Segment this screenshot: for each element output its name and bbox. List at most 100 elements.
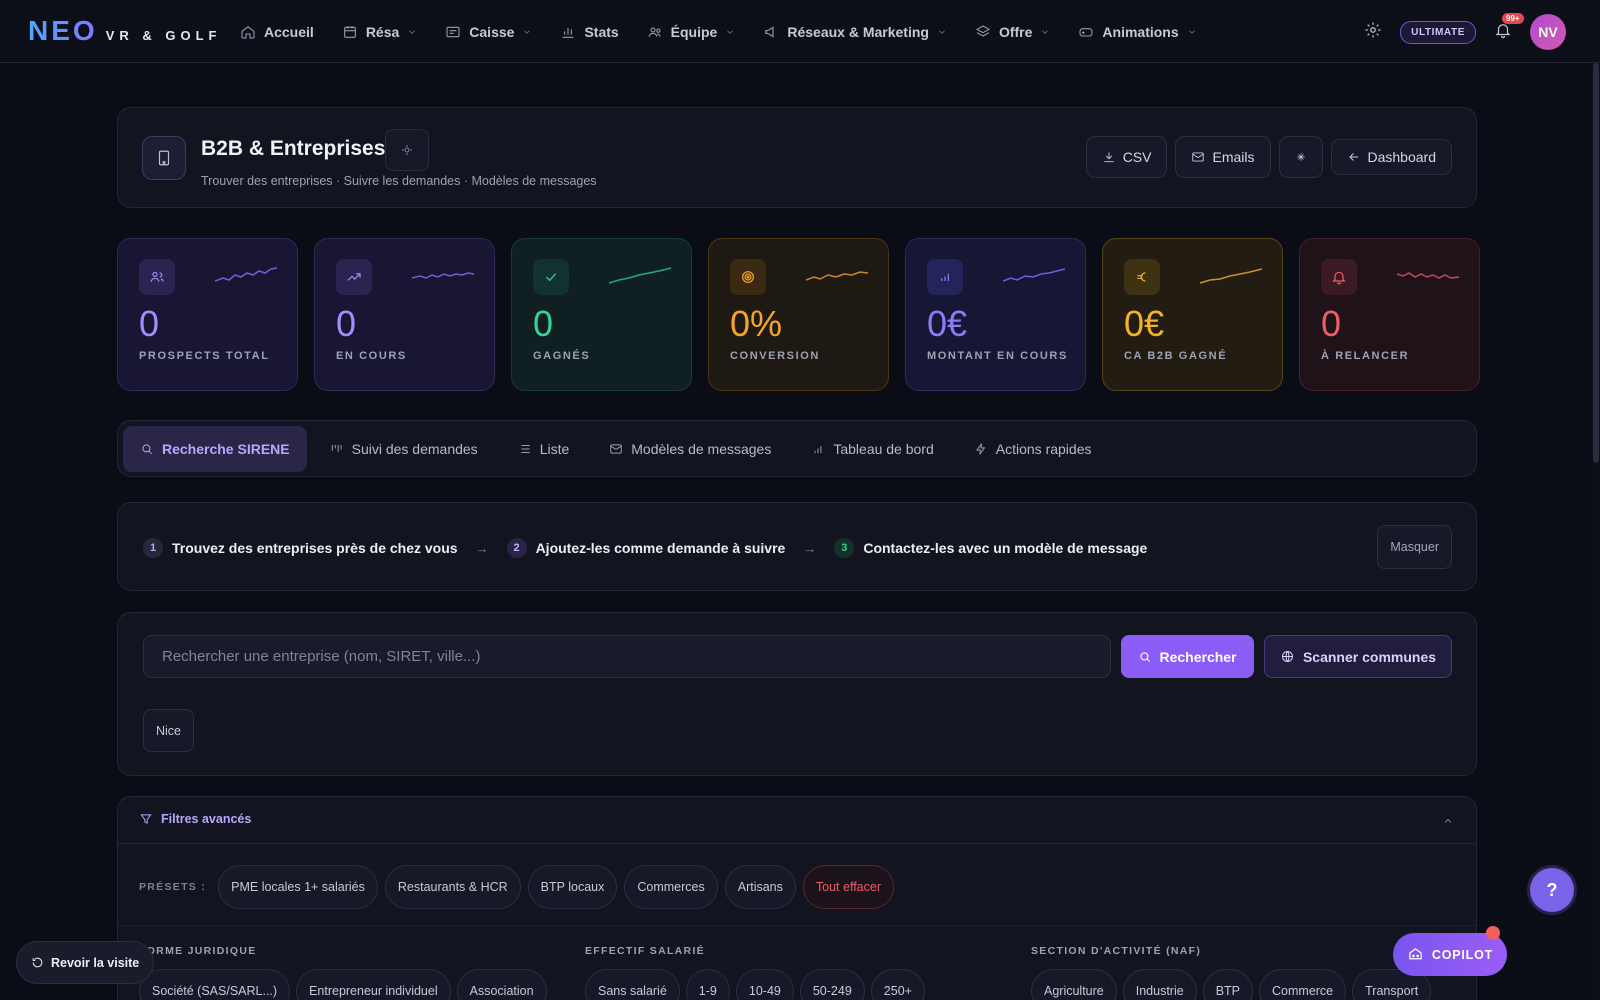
- preset-artisans[interactable]: Artisans: [724, 865, 796, 909]
- nav-item-label: Caisse: [469, 23, 515, 40]
- hide-steps-button[interactable]: Masquer: [1377, 525, 1452, 569]
- copilot-notification-dot: [1486, 926, 1500, 940]
- filter-group-title: FORME JURIDIQUE: [139, 945, 257, 957]
- stat-card-gagnes: 0 GAGNÉS: [511, 238, 692, 391]
- tab-bar: Recherche SIRENE Suivi des demandes List…: [117, 420, 1477, 477]
- filter-option[interactable]: Association: [456, 969, 547, 1000]
- filter-option[interactable]: 50-249: [799, 969, 865, 1000]
- nav-item-caisse[interactable]: Caisse: [445, 24, 532, 40]
- list-icon: [521, 445, 530, 453]
- search-button[interactable]: Rechercher: [1121, 635, 1254, 678]
- bar-chart-icon: [563, 27, 574, 38]
- robot-icon: [1409, 948, 1422, 960]
- notifications-button[interactable]: 99+: [1494, 12, 1524, 44]
- preset-pme-locales[interactable]: PME locales 1+ salariés: [218, 865, 378, 909]
- help-button[interactable]: ?: [1530, 868, 1574, 912]
- gear-icon: [402, 145, 412, 155]
- stat-card-conversion: 0% CONVERSION: [708, 238, 889, 391]
- emails-button[interactable]: Emails: [1175, 136, 1271, 178]
- brand-tagline: VR & GOLF: [105, 28, 222, 43]
- preset-restaurants-hcr[interactable]: Restaurants & HCR: [384, 865, 521, 909]
- export-csv-button[interactable]: CSV: [1085, 136, 1168, 178]
- clear-all-button[interactable]: Tout effacer: [802, 865, 894, 909]
- filter-group-title: EFFECTIF SALARIÉ: [585, 945, 705, 957]
- stat-value: 0: [139, 303, 160, 344]
- filter-option[interactable]: 1-9: [685, 969, 730, 1000]
- nav-item-resa[interactable]: Résa: [342, 24, 417, 40]
- stat-label: GAGNÉS: [533, 350, 591, 362]
- scan-communes-button[interactable]: Scanner communes: [1264, 635, 1452, 678]
- nav-item-stats[interactable]: Stats: [560, 24, 619, 40]
- step-number: 1: [143, 538, 163, 558]
- nav-item-reseaux-marketing[interactable]: Réseaux & Marketing: [763, 24, 947, 40]
- preset-btp-locaux[interactable]: BTP locaux: [527, 865, 618, 909]
- chevron-down-icon: [1188, 30, 1195, 34]
- filters-title: Filtres avancés: [139, 812, 251, 826]
- divider: [118, 925, 1476, 926]
- avatar[interactable]: NV: [1530, 14, 1566, 50]
- chevron-down-icon: [409, 30, 416, 34]
- users-icon: [139, 259, 175, 295]
- tab-tableau-de-bord[interactable]: Tableau de bord: [794, 426, 950, 472]
- bar-chart-icon: [927, 259, 963, 295]
- refresh-icon: [32, 957, 43, 968]
- tab-suivi-demandes[interactable]: Suivi des demandes: [313, 426, 495, 472]
- filter-icon: [140, 814, 152, 824]
- step-label: Ajoutez-les comme demande à suivre: [535, 540, 786, 556]
- sparkline: [806, 271, 868, 281]
- bar-chart-icon: [814, 446, 822, 454]
- filter-option[interactable]: Sans salarié: [585, 969, 680, 1000]
- tab-label: Recherche SIRENE: [162, 441, 290, 457]
- filters-header[interactable]: Filtres avancés: [118, 797, 1476, 844]
- sparkline: [215, 267, 277, 282]
- nav-item-accueil[interactable]: Accueil: [240, 24, 314, 40]
- revisit-tour-button[interactable]: Revoir la visite: [16, 941, 155, 984]
- filter-option[interactable]: 10-49: [735, 969, 794, 1000]
- scrollbar-thumb[interactable]: [1593, 63, 1599, 463]
- preset-commerces[interactable]: Commerces: [624, 865, 718, 909]
- stat-label: PROSPECTS TOTAL: [139, 350, 270, 362]
- company-search-input[interactable]: [143, 635, 1111, 678]
- collapse-filters-button[interactable]: [1442, 814, 1454, 832]
- advanced-filters: Filtres avancés PRÉSETS : PME locales 1+…: [117, 796, 1477, 1000]
- tab-modeles-messages[interactable]: Modèles de messages: [592, 426, 788, 472]
- team-icon: [648, 26, 661, 37]
- filter-option[interactable]: Commerce: [1259, 969, 1347, 1000]
- step-number: 2: [506, 538, 527, 558]
- city-chip[interactable]: Nice: [143, 709, 195, 752]
- dashboard-button[interactable]: Dashboard: [1330, 139, 1452, 175]
- page-scrollbar[interactable]: [1592, 63, 1600, 1000]
- stat-value: 0€: [927, 303, 968, 344]
- filter-option[interactable]: Société (SAS/SARL...): [139, 969, 291, 1000]
- sparkle-icon: [1296, 153, 1305, 161]
- nav-item-equipe[interactable]: Équipe: [647, 24, 736, 40]
- globe-icon: [1281, 651, 1293, 662]
- plan-badge[interactable]: ULTIMATE: [1400, 20, 1476, 44]
- download-icon: [1104, 152, 1114, 163]
- nav-item-label: Offre: [998, 23, 1033, 40]
- filter-option[interactable]: Entrepreneur individuel: [296, 969, 451, 1000]
- filter-option[interactable]: BTP: [1202, 969, 1254, 1000]
- stat-card-a-relancer: 0 À RELANCER: [1299, 238, 1480, 391]
- copilot-button[interactable]: COPILOT: [1393, 926, 1507, 976]
- filter-option[interactable]: 250+: [870, 969, 925, 1000]
- sparkline: [1397, 272, 1459, 279]
- brand-logo[interactable]: NEO VR & GOLF: [28, 15, 221, 47]
- settings-button[interactable]: [1364, 21, 1382, 44]
- tab-recherche-sirene[interactable]: Recherche SIRENE: [123, 426, 307, 472]
- kanban-icon: [331, 444, 342, 452]
- filter-option[interactable]: Agriculture: [1031, 969, 1117, 1000]
- megaphone-icon: [765, 25, 774, 38]
- page-settings-button[interactable]: [385, 129, 429, 171]
- mail-icon: [1192, 152, 1205, 162]
- tab-actions-rapides[interactable]: Actions rapides: [957, 426, 1109, 472]
- bell-icon: [1321, 259, 1357, 295]
- stat-label: MONTANT EN COURS: [927, 350, 1068, 362]
- nav-item-offre[interactable]: Offre: [975, 24, 1050, 40]
- button-label: Emails: [1212, 149, 1255, 165]
- nav-item-animations[interactable]: Animations: [1078, 24, 1196, 40]
- nav-item-label: Réseaux & Marketing: [787, 23, 929, 40]
- tab-liste[interactable]: Liste: [501, 426, 587, 472]
- filter-option[interactable]: Industrie: [1122, 969, 1197, 1000]
- sparkle-button[interactable]: [1278, 136, 1323, 178]
